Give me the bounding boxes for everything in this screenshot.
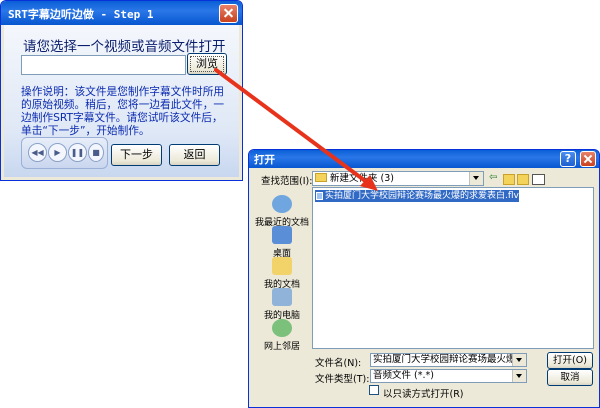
media-player-controls: ◀◀ ▶ ❚❚ ■ — [21, 137, 108, 169]
desktop-icon — [272, 226, 292, 244]
srt-close-button[interactable] — [219, 4, 238, 23]
network-places-icon — [272, 319, 292, 337]
my-documents-icon — [272, 257, 292, 275]
instructions-text: 操作说明：该文件是您制作字幕文件时所用的原始视频。稍后，您将一边看此文件，一边制… — [21, 85, 225, 137]
open-dialog-close-button[interactable] — [580, 151, 596, 167]
readonly-checkbox[interactable] — [369, 385, 379, 395]
open-file-dialog: 打开 ? 查找范围(I): 新建文件夹 (3) ⇦ 我最近的文档 桌面 我的文档… — [248, 149, 600, 408]
filetype-label: 文件类型(T): — [315, 374, 370, 385]
help-button[interactable]: ? — [560, 151, 576, 167]
srt-subtitle-window: SRT字幕边听边做 - Step 1 请您选择一个视频或音频文件打开 浏览 操作… — [0, 0, 243, 181]
place-my-documents[interactable]: 我的文档 — [255, 257, 309, 290]
cancel-button[interactable]: 取消 — [547, 369, 593, 386]
srt-window-title: SRT字幕边听边做 - Step 1 — [8, 8, 154, 21]
place-desktop[interactable]: 桌面 — [255, 226, 309, 259]
place-network[interactable]: 网上邻居 — [255, 319, 309, 352]
file-list[interactable]: 实拍厦门大学校园辩论赛场最火爆的求爱表白.flv — [312, 187, 594, 349]
browse-button[interactable]: 浏览 — [187, 53, 227, 75]
place-my-computer[interactable]: 我的电脑 — [255, 288, 309, 321]
file-list-item[interactable]: 实拍厦门大学校园辩论赛场最火爆的求爱表白.flv — [315, 190, 519, 202]
open-button[interactable]: 打开(O) — [547, 352, 593, 369]
pause-icon[interactable]: ❚❚ — [68, 143, 87, 162]
back-arrow-icon[interactable]: ⇦ — [489, 172, 497, 183]
file-path-input[interactable] — [21, 55, 186, 75]
chevron-down-icon[interactable] — [512, 370, 526, 382]
view-menu-icon[interactable] — [532, 174, 545, 185]
my-computer-icon — [272, 288, 292, 306]
play-icon[interactable]: ▶ — [48, 143, 67, 162]
chevron-down-icon[interactable] — [512, 354, 526, 366]
select-file-prompt: 请您选择一个视频或音频文件打开 — [23, 39, 226, 55]
up-folder-icon[interactable] — [503, 174, 515, 185]
look-in-value: 新建文件夹 (3) — [330, 173, 394, 184]
filename-label: 文件名(N): — [315, 358, 362, 369]
folder-icon — [315, 173, 327, 182]
look-in-dropdown[interactable]: 新建文件夹 (3) — [312, 171, 484, 186]
places-bar: 我最近的文档 桌面 我的文档 我的电脑 网上邻居 — [255, 187, 309, 357]
previous-icon[interactable]: ◀◀ — [28, 143, 47, 162]
next-step-button[interactable]: 下一步 — [111, 144, 162, 166]
readonly-label: 以只读方式打开(R) — [383, 389, 464, 400]
srt-window-body: 请您选择一个视频或音频文件打开 浏览 操作说明：该文件是您制作字幕文件时所用的原… — [4, 25, 239, 177]
chevron-down-icon[interactable] — [469, 172, 483, 185]
place-recent-documents[interactable]: 我最近的文档 — [255, 195, 309, 228]
recent-documents-icon — [272, 195, 292, 213]
look-in-label: 查找范围(I): — [261, 176, 313, 187]
stop-icon[interactable]: ■ — [88, 143, 104, 162]
open-dialog-title-bar[interactable]: 打开 ? — [249, 150, 599, 168]
filename-input[interactable]: 实拍厦门大学校园辩论赛场最火爆的求爱表白 — [370, 353, 527, 367]
srt-title-bar[interactable]: SRT字幕边听边做 - Step 1 — [1, 1, 242, 25]
filetype-dropdown[interactable]: 音频文件 (*.*) — [370, 369, 527, 383]
new-folder-icon[interactable] — [517, 174, 529, 185]
back-button[interactable]: 返回 — [169, 144, 220, 166]
open-dialog-title: 打开 — [254, 154, 275, 166]
